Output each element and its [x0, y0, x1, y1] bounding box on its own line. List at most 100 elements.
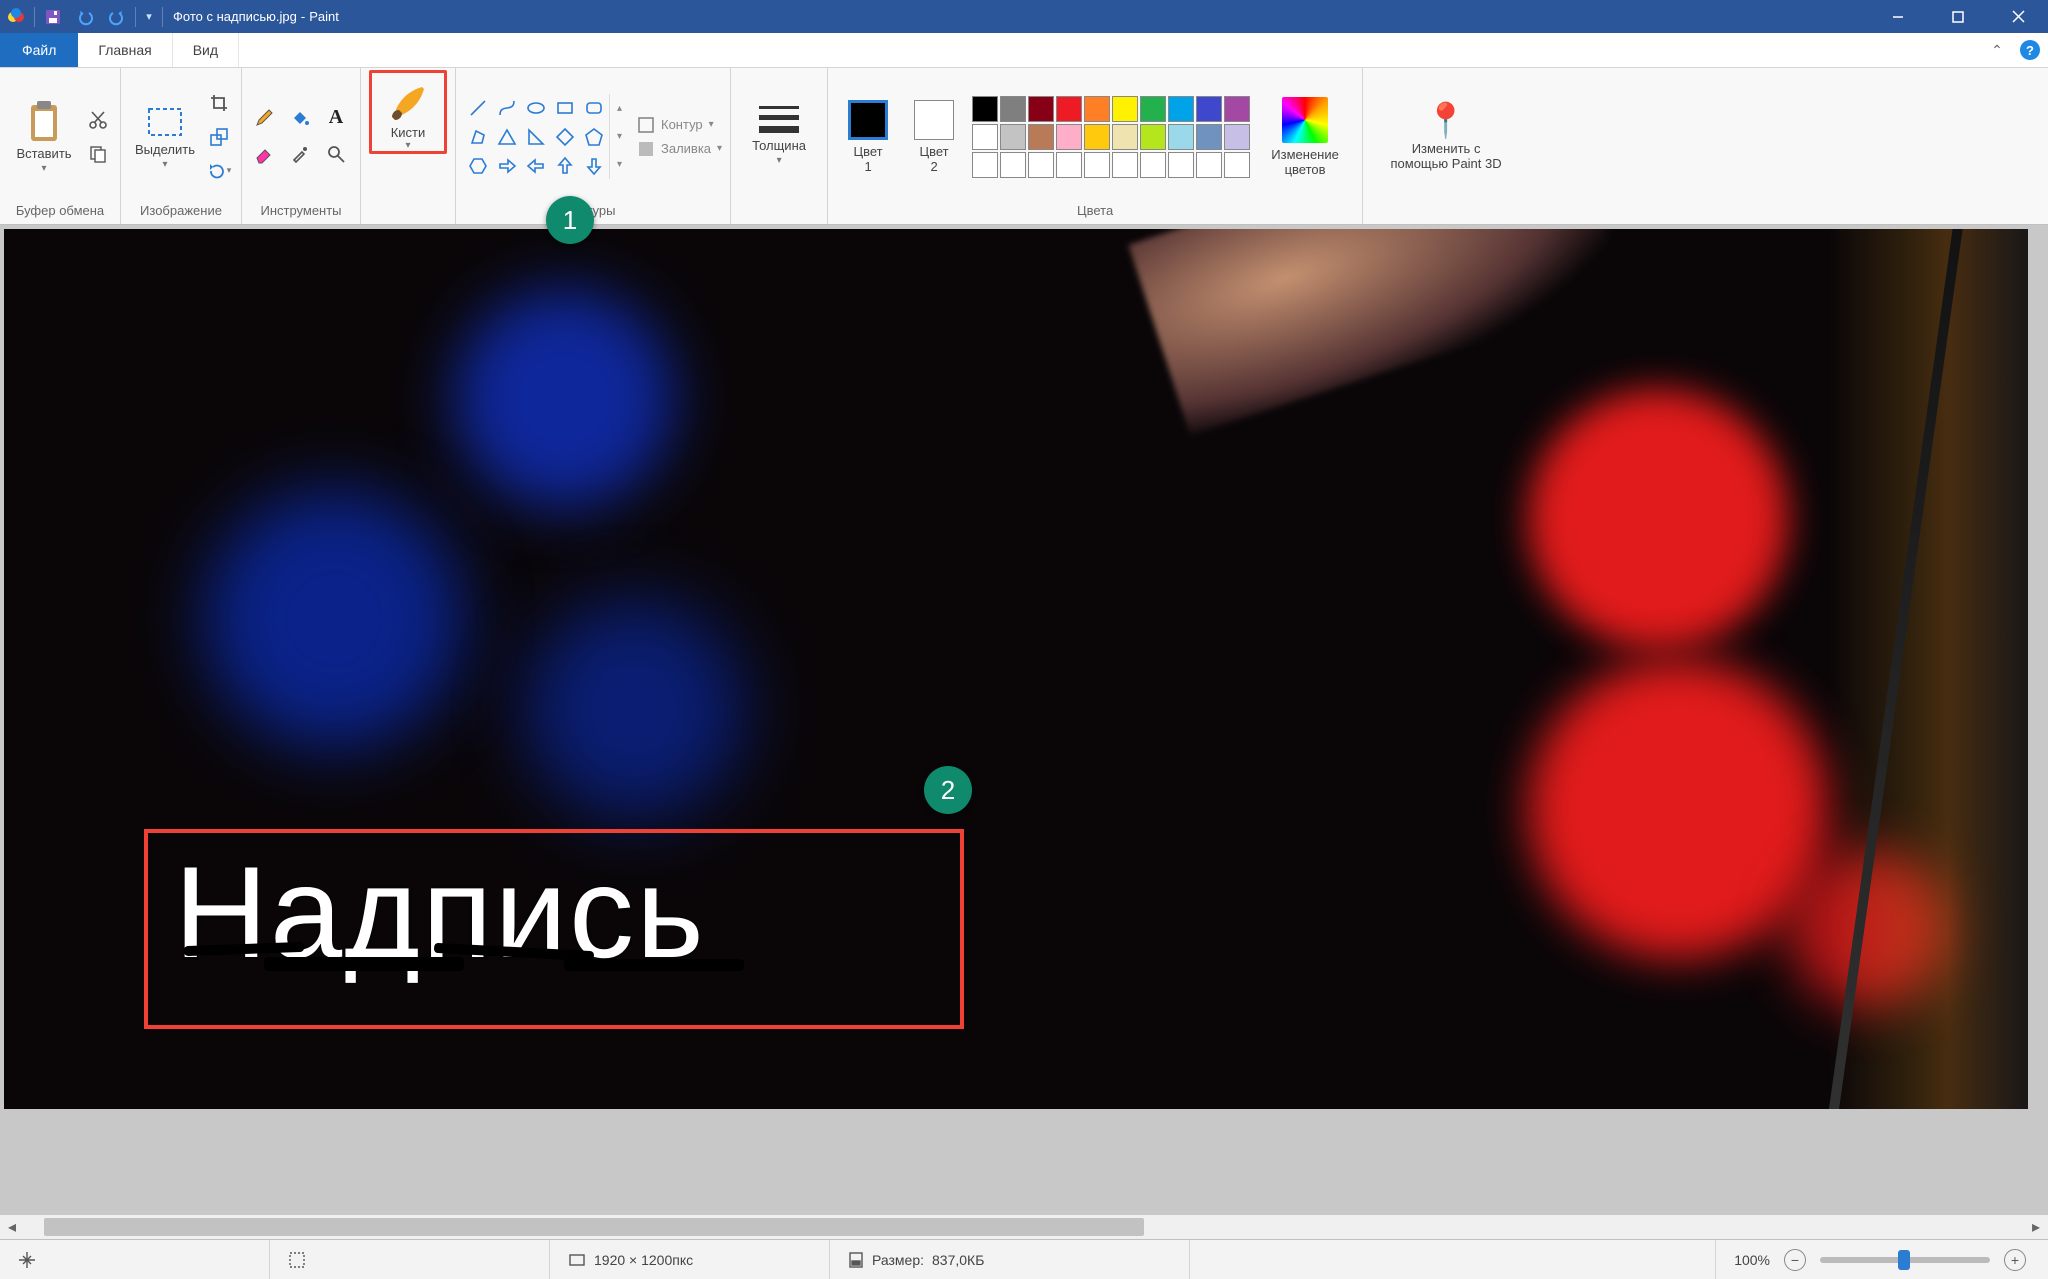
palette-swatch[interactable]: [1140, 152, 1166, 178]
shape-polygon-icon[interactable]: [464, 123, 491, 150]
status-cursor-pos: [0, 1240, 270, 1279]
shape-curve-icon[interactable]: [493, 94, 520, 121]
palette-swatch[interactable]: [1028, 96, 1054, 122]
maximize-button[interactable]: [1928, 0, 1988, 33]
eyedropper-icon[interactable]: [286, 140, 314, 168]
palette-swatch[interactable]: [972, 152, 998, 178]
palette-swatch[interactable]: [1000, 96, 1026, 122]
palette-swatch[interactable]: [1168, 96, 1194, 122]
palette-swatch[interactable]: [1084, 124, 1110, 150]
brushes-button[interactable]: Кисти▾: [374, 77, 442, 151]
shape-rect-icon[interactable]: [551, 94, 578, 121]
palette-swatch[interactable]: [1224, 124, 1250, 150]
magnifier-icon[interactable]: [322, 140, 350, 168]
edit-colors-button[interactable]: Изменениецветов: [1260, 97, 1350, 177]
zoom-in-button[interactable]: +: [2004, 1249, 2026, 1271]
rotate-icon[interactable]: ▾: [205, 157, 233, 185]
shape-arrow-left-icon[interactable]: [522, 152, 549, 179]
brushes-highlight: Кисти▾: [369, 70, 447, 154]
color1-button[interactable]: Цвет1: [840, 100, 896, 174]
palette-swatch[interactable]: [1224, 152, 1250, 178]
shape-arrow-up-icon[interactable]: [551, 152, 578, 179]
shapes-gallery[interactable]: ▴▾▾: [464, 94, 629, 179]
palette-swatch[interactable]: [1056, 152, 1082, 178]
palette-swatch[interactable]: [1084, 152, 1110, 178]
file-tab[interactable]: Файл: [0, 33, 78, 67]
shape-oval-icon[interactable]: [522, 94, 549, 121]
qat-customize-icon[interactable]: ▾: [138, 0, 160, 33]
canvas[interactable]: Надпись: [4, 229, 2028, 1109]
shape-right-triangle-icon[interactable]: [522, 123, 549, 150]
shape-fill-button[interactable]: Заливка▾: [637, 140, 722, 158]
window-title-app: Paint: [309, 9, 339, 24]
shapes-expand[interactable]: ▴▾▾: [609, 94, 629, 179]
palette-swatch[interactable]: [972, 96, 998, 122]
group-thickness: Толщина▾: [731, 68, 828, 224]
help-button[interactable]: ?: [2012, 33, 2048, 67]
home-tab[interactable]: Главная: [78, 33, 172, 67]
annotation-marker-2: 2: [924, 766, 972, 814]
group-label: Изображение: [140, 199, 222, 224]
thickness-button[interactable]: Толщина▾: [739, 102, 819, 170]
palette-swatch[interactable]: [1028, 124, 1054, 150]
shape-arrow-down-icon[interactable]: [580, 152, 607, 179]
color2-button[interactable]: Цвет2: [906, 100, 962, 174]
scrollbar-thumb[interactable]: [44, 1218, 1144, 1236]
palette-swatch[interactable]: [1140, 124, 1166, 150]
close-button[interactable]: [1988, 0, 2048, 33]
pencil-icon[interactable]: [250, 104, 278, 132]
palette-swatch[interactable]: [1168, 152, 1194, 178]
shape-outline-button[interactable]: Контур▾: [637, 116, 722, 134]
cut-icon[interactable]: [84, 106, 112, 134]
paint3d-button[interactable]: 📍 Изменить спомощью Paint 3D: [1371, 98, 1521, 176]
shape-hexagon-icon[interactable]: [464, 152, 491, 179]
zoom-out-button[interactable]: −: [1784, 1249, 1806, 1271]
shape-pentagon-icon[interactable]: [580, 123, 607, 150]
palette-swatch[interactable]: [1084, 96, 1110, 122]
group-clipboard: Вставить▾ Буфер обмена: [0, 68, 121, 224]
palette-swatch[interactable]: [1056, 96, 1082, 122]
shape-roundrect-icon[interactable]: [580, 94, 607, 121]
palette-swatch[interactable]: [1196, 96, 1222, 122]
palette-swatch[interactable]: [1028, 152, 1054, 178]
text-icon[interactable]: A: [322, 104, 350, 132]
scroll-left-icon[interactable]: ◂: [0, 1215, 24, 1239]
palette-swatch[interactable]: [1196, 152, 1222, 178]
ribbon-tabs: Файл Главная Вид ⌃ ?: [0, 33, 2048, 68]
palette-swatch[interactable]: [1112, 96, 1138, 122]
minimize-button[interactable]: [1868, 0, 1928, 33]
scroll-right-icon[interactable]: ▸: [2024, 1215, 2048, 1239]
group-label: Буфер обмена: [16, 199, 104, 224]
palette-swatch[interactable]: [1168, 124, 1194, 150]
palette-swatch[interactable]: [1224, 96, 1250, 122]
zoom-slider[interactable]: [1820, 1257, 1990, 1263]
palette-swatch[interactable]: [1112, 152, 1138, 178]
fill-icon[interactable]: [286, 104, 314, 132]
shape-arrow-right-icon[interactable]: [493, 152, 520, 179]
shape-diamond-icon[interactable]: [551, 123, 578, 150]
palette-swatch[interactable]: [1112, 124, 1138, 150]
qat-undo-icon[interactable]: [69, 0, 101, 33]
collapse-ribbon-icon[interactable]: ⌃: [1982, 33, 2012, 67]
palette-swatch[interactable]: [1056, 124, 1082, 150]
palette-swatch[interactable]: [972, 124, 998, 150]
color-palette[interactable]: [972, 96, 1250, 178]
qat-redo-icon[interactable]: [101, 0, 133, 33]
horizontal-scrollbar[interactable]: ◂ ▸: [0, 1215, 2048, 1239]
select-button[interactable]: Выделить▾: [129, 99, 201, 174]
qat-save-icon[interactable]: [37, 0, 69, 33]
palette-swatch[interactable]: [1000, 124, 1026, 150]
copy-icon[interactable]: [84, 140, 112, 168]
view-tab[interactable]: Вид: [173, 33, 239, 67]
status-zoom: 100% − +: [1716, 1240, 2048, 1279]
eraser-icon[interactable]: [250, 140, 278, 168]
group-tools: A Инструменты: [242, 68, 361, 224]
shape-triangle-icon[interactable]: [493, 123, 520, 150]
palette-swatch[interactable]: [1000, 152, 1026, 178]
palette-swatch[interactable]: [1140, 96, 1166, 122]
palette-swatch[interactable]: [1196, 124, 1222, 150]
shape-line-icon[interactable]: [464, 94, 491, 121]
resize-icon[interactable]: [205, 123, 233, 151]
crop-icon[interactable]: [205, 89, 233, 117]
paste-button[interactable]: Вставить▾: [8, 95, 80, 178]
